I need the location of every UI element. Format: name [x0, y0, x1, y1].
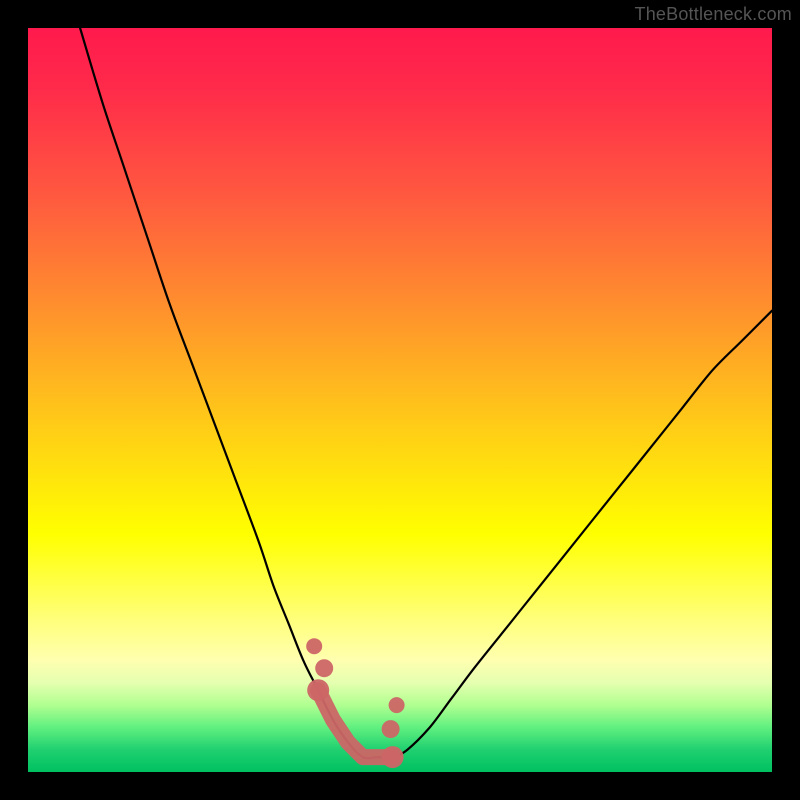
chart-frame: TheBottleneck.com — [0, 0, 800, 800]
trough-markers — [306, 638, 404, 768]
plot-area — [28, 28, 772, 772]
bottleneck-curve — [80, 28, 772, 758]
chart-svg — [28, 28, 772, 772]
watermark-text: TheBottleneck.com — [635, 4, 792, 25]
